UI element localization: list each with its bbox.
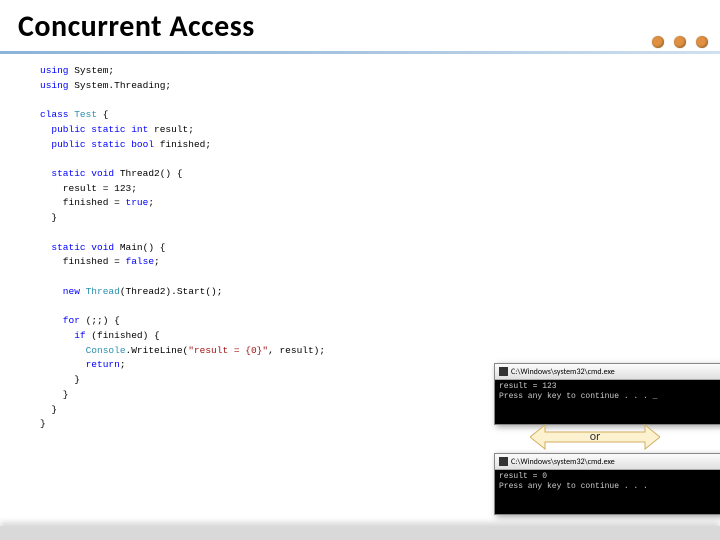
code-text: }: [40, 212, 57, 223]
code-text: System;: [69, 65, 115, 76]
code-text: finished =: [40, 197, 126, 208]
code-text: }: [40, 389, 69, 400]
code-text: ;: [120, 359, 126, 370]
code-kw: class: [40, 109, 74, 120]
code-text: (;;) {: [80, 315, 120, 326]
code-kw: static void: [40, 242, 114, 253]
dot-icon: [696, 36, 708, 48]
code-kw: new: [40, 286, 86, 297]
code-kw: public static int: [40, 124, 148, 135]
code-text: }: [40, 374, 80, 385]
code-text: , result);: [268, 345, 325, 356]
code-type: Console: [40, 345, 126, 356]
code-text: }: [40, 404, 57, 415]
code-text: (Thread2).Start();: [120, 286, 223, 297]
or-arrow: or: [530, 420, 660, 454]
code-kw: return: [40, 359, 120, 370]
code-text: finished =: [40, 256, 126, 267]
code-kw: true: [126, 197, 149, 208]
code-text: ;: [154, 256, 160, 267]
cmd-body: result = 0 Press any key to continue . .…: [495, 470, 720, 514]
cmd-body: result = 123 Press any key to continue .…: [495, 380, 720, 424]
code-text: (finished) {: [86, 330, 160, 341]
cmd-window-2: C:\Windows\system32\cmd.exe result = 0 P…: [494, 453, 720, 515]
code-kw: for: [40, 315, 80, 326]
cmd-output-line: Press any key to continue . . .: [499, 482, 648, 491]
code-text: .WriteLine(: [126, 345, 189, 356]
cmd-output-line: Press any key to continue . . . _: [499, 392, 657, 401]
code-text: result;: [148, 124, 194, 135]
code-text: result = 123;: [40, 183, 137, 194]
code-kw: using: [40, 80, 69, 91]
slide: Concurrent Access using System; using Sy…: [0, 0, 720, 540]
decorative-dots: [652, 36, 708, 48]
code-text: ;: [148, 197, 154, 208]
cmd-title-text: C:\Windows\system32\cmd.exe: [511, 367, 615, 377]
code-kw: if: [40, 330, 86, 341]
dot-icon: [674, 36, 686, 48]
cmd-titlebar: C:\Windows\system32\cmd.exe: [495, 364, 720, 380]
code-text: System.Threading;: [69, 80, 172, 91]
cmd-titlebar: C:\Windows\system32\cmd.exe: [495, 454, 720, 470]
code-type: Thread: [86, 286, 120, 297]
code-text: }: [40, 418, 46, 429]
code-type: Test: [74, 109, 97, 120]
cmd-output-line: result = 123: [499, 382, 557, 391]
cmd-icon: [499, 367, 508, 376]
code-text: Thread2() {: [114, 168, 182, 179]
code-text: {: [97, 109, 108, 120]
code-kw: public static bool: [40, 139, 154, 150]
or-label: or: [590, 430, 601, 444]
code-text: Main() {: [114, 242, 165, 253]
code-kw: static void: [40, 168, 114, 179]
code-string: "result = {0}": [188, 345, 268, 356]
slide-title: Concurrent Access: [0, 0, 720, 51]
code-text: finished;: [154, 139, 211, 150]
code-kw: using: [40, 65, 69, 76]
slide-footer: [0, 526, 720, 540]
code-kw: false: [126, 256, 155, 267]
cmd-window-1: C:\Windows\system32\cmd.exe result = 123…: [494, 363, 720, 425]
dot-icon: [652, 36, 664, 48]
cmd-title-text: C:\Windows\system32\cmd.exe: [511, 457, 615, 467]
cmd-output-line: result = 0: [499, 472, 547, 481]
cmd-icon: [499, 457, 508, 466]
